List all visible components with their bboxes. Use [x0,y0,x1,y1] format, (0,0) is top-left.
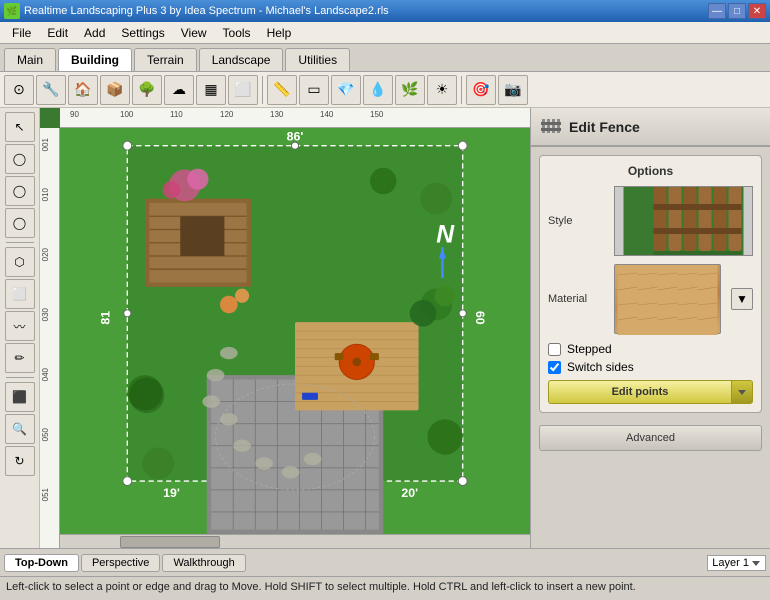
switch-sides-checkbox[interactable] [548,361,561,374]
tab-terrain[interactable]: Terrain [134,48,197,71]
menu-item-file[interactable]: File [4,24,39,42]
toolbar-tool-5[interactable]: ☁ [164,75,194,105]
left-tool-1[interactable]: ◯ [5,144,35,174]
menu-item-help[interactable]: Help [259,24,300,42]
minimize-button[interactable]: — [708,3,726,19]
options-box: Options Style [539,155,762,413]
toolbar-tool-4[interactable]: 🌳 [132,75,162,105]
style-label: Style [548,215,608,227]
window-title: Realtime Landscaping Plus 3 by Idea Spec… [24,5,708,17]
right-panel: Edit Fence Options Style [530,108,770,548]
options-title: Options [548,164,753,178]
svg-text:60: 60 [473,311,487,325]
menubar: FileEditAddSettingsViewToolsHelp [0,22,770,44]
status-text: Left-click to select a point or edge and… [6,581,636,593]
toolbar-tool-14[interactable]: 🎯 [466,75,496,105]
svg-text:19': 19' [163,486,180,500]
toolbar-tool-15[interactable]: 📷 [498,75,528,105]
svg-text:81: 81 [99,311,113,325]
toolbar-separator [461,76,462,104]
top-down-button[interactable]: Top-Down [4,554,79,572]
tab-landscape[interactable]: Landscape [199,48,284,71]
toolbar-tool-2[interactable]: 🏠 [68,75,98,105]
left-tool-4[interactable]: ⬡ [5,247,35,277]
toolbar-tool-11[interactable]: 💧 [363,75,393,105]
toolbar-tool-6[interactable]: ▦ [196,75,226,105]
stepped-row: Stepped [548,342,753,356]
left-tool-0[interactable]: ↖ [5,112,35,142]
toolbar-tool-8[interactable]: 📏 [267,75,297,105]
panel-body: Options Style [531,147,770,548]
main-layout: ↖◯◯◯⬡⬜〰✏⬛🔍↻ 90 100 110 120 130 140 150 0… [0,108,770,548]
panel-header: Edit Fence [531,108,770,147]
svg-text:20': 20' [401,486,418,500]
material-dropdown[interactable]: ▼ [731,288,753,310]
style-row: Style [548,186,753,256]
left-tool-9[interactable]: 🔍 [5,414,35,444]
left-tool-7[interactable]: ✏ [5,343,35,373]
svg-text:86': 86' [287,129,304,143]
switch-sides-row: Switch sides [548,360,753,374]
menu-item-view[interactable]: View [173,24,215,42]
toolbar-tool-1[interactable]: 🔧 [36,75,66,105]
toolbar: ⊙🔧🏠📦🌳☁▦⬜ 📏▭💎💧🌿☀ 🎯📷 [0,72,770,108]
panel-title: Edit Fence [569,119,640,135]
left-tool-6[interactable]: 〰 [5,311,35,341]
menu-item-tools[interactable]: Tools [215,24,259,42]
edit-points-button-group[interactable]: Edit points [548,380,753,404]
stepped-label: Stepped [567,342,612,356]
left-toolbar-separator [6,242,34,243]
edit-points-main[interactable]: Edit points [548,380,731,404]
menu-item-settings[interactable]: Settings [113,24,172,42]
left-tool-10[interactable]: ↻ [5,446,35,476]
left-tool-8[interactable]: ⬛ [5,382,35,412]
statusbar: Left-click to select a point or edge and… [0,576,770,596]
toolbar-tool-12[interactable]: 🌿 [395,75,425,105]
left-tool-2[interactable]: ◯ [5,176,35,206]
window-controls: — □ ✕ [708,3,766,19]
landscape-canvas[interactable]: 86' 60 20' 19' 81 N [60,128,530,534]
tabbar: MainBuildingTerrainLandscapeUtilities [0,44,770,72]
menu-item-add[interactable]: Add [76,24,113,42]
stepped-checkbox[interactable] [548,343,561,356]
layer-selector[interactable]: Layer 1 [707,555,766,571]
material-label: Material [548,293,608,305]
ruler-horizontal: 90 100 110 120 130 140 150 [60,108,530,128]
edit-points-dropdown[interactable] [731,380,753,404]
toolbar-tool-3[interactable]: 📦 [100,75,130,105]
switch-sides-label: Switch sides [567,360,634,374]
toolbar-separator [262,76,263,104]
app-icon: 🌿 [4,3,20,19]
svg-text:N: N [436,222,455,249]
titlebar: 🌿 Realtime Landscaping Plus 3 by Idea Sp… [0,0,770,22]
ruler-vertical: 001 010 020 030 040 050 051 [40,128,60,548]
toolbar-tool-0[interactable]: ⊙ [4,75,34,105]
advanced-button[interactable]: Advanced [539,425,762,451]
style-preview[interactable] [614,186,753,256]
walkthrough-button[interactable]: Walkthrough [162,554,245,572]
left-toolbar-separator [6,377,34,378]
toolbar-tool-7[interactable]: ⬜ [228,75,258,105]
left-tool-3[interactable]: ◯ [5,208,35,238]
material-row: Material [548,264,753,334]
layer-label: Layer 1 [712,557,749,569]
menu-item-edit[interactable]: Edit [39,24,76,42]
left-tool-5[interactable]: ⬜ [5,279,35,309]
left-toolbar: ↖◯◯◯⬡⬜〰✏⬛🔍↻ [0,108,40,548]
close-button[interactable]: ✕ [748,3,766,19]
toolbar-tool-13[interactable]: ☀ [427,75,457,105]
bottom-bar: Top-Down Perspective Walkthrough Layer 1 [0,548,770,576]
garden-svg: 86' 60 20' 19' 81 N [60,128,530,534]
tab-building[interactable]: Building [58,48,132,71]
perspective-button[interactable]: Perspective [81,554,160,572]
toolbar-tool-10[interactable]: 💎 [331,75,361,105]
horizontal-scrollbar[interactable] [60,534,530,548]
maximize-button[interactable]: □ [728,3,746,19]
toolbar-tool-9[interactable]: ▭ [299,75,329,105]
tab-main[interactable]: Main [4,48,56,71]
tab-utilities[interactable]: Utilities [285,48,350,71]
material-preview[interactable] [614,264,721,334]
fence-icon [541,114,561,139]
canvas-area[interactable]: 90 100 110 120 130 140 150 001 010 020 0… [40,108,530,548]
